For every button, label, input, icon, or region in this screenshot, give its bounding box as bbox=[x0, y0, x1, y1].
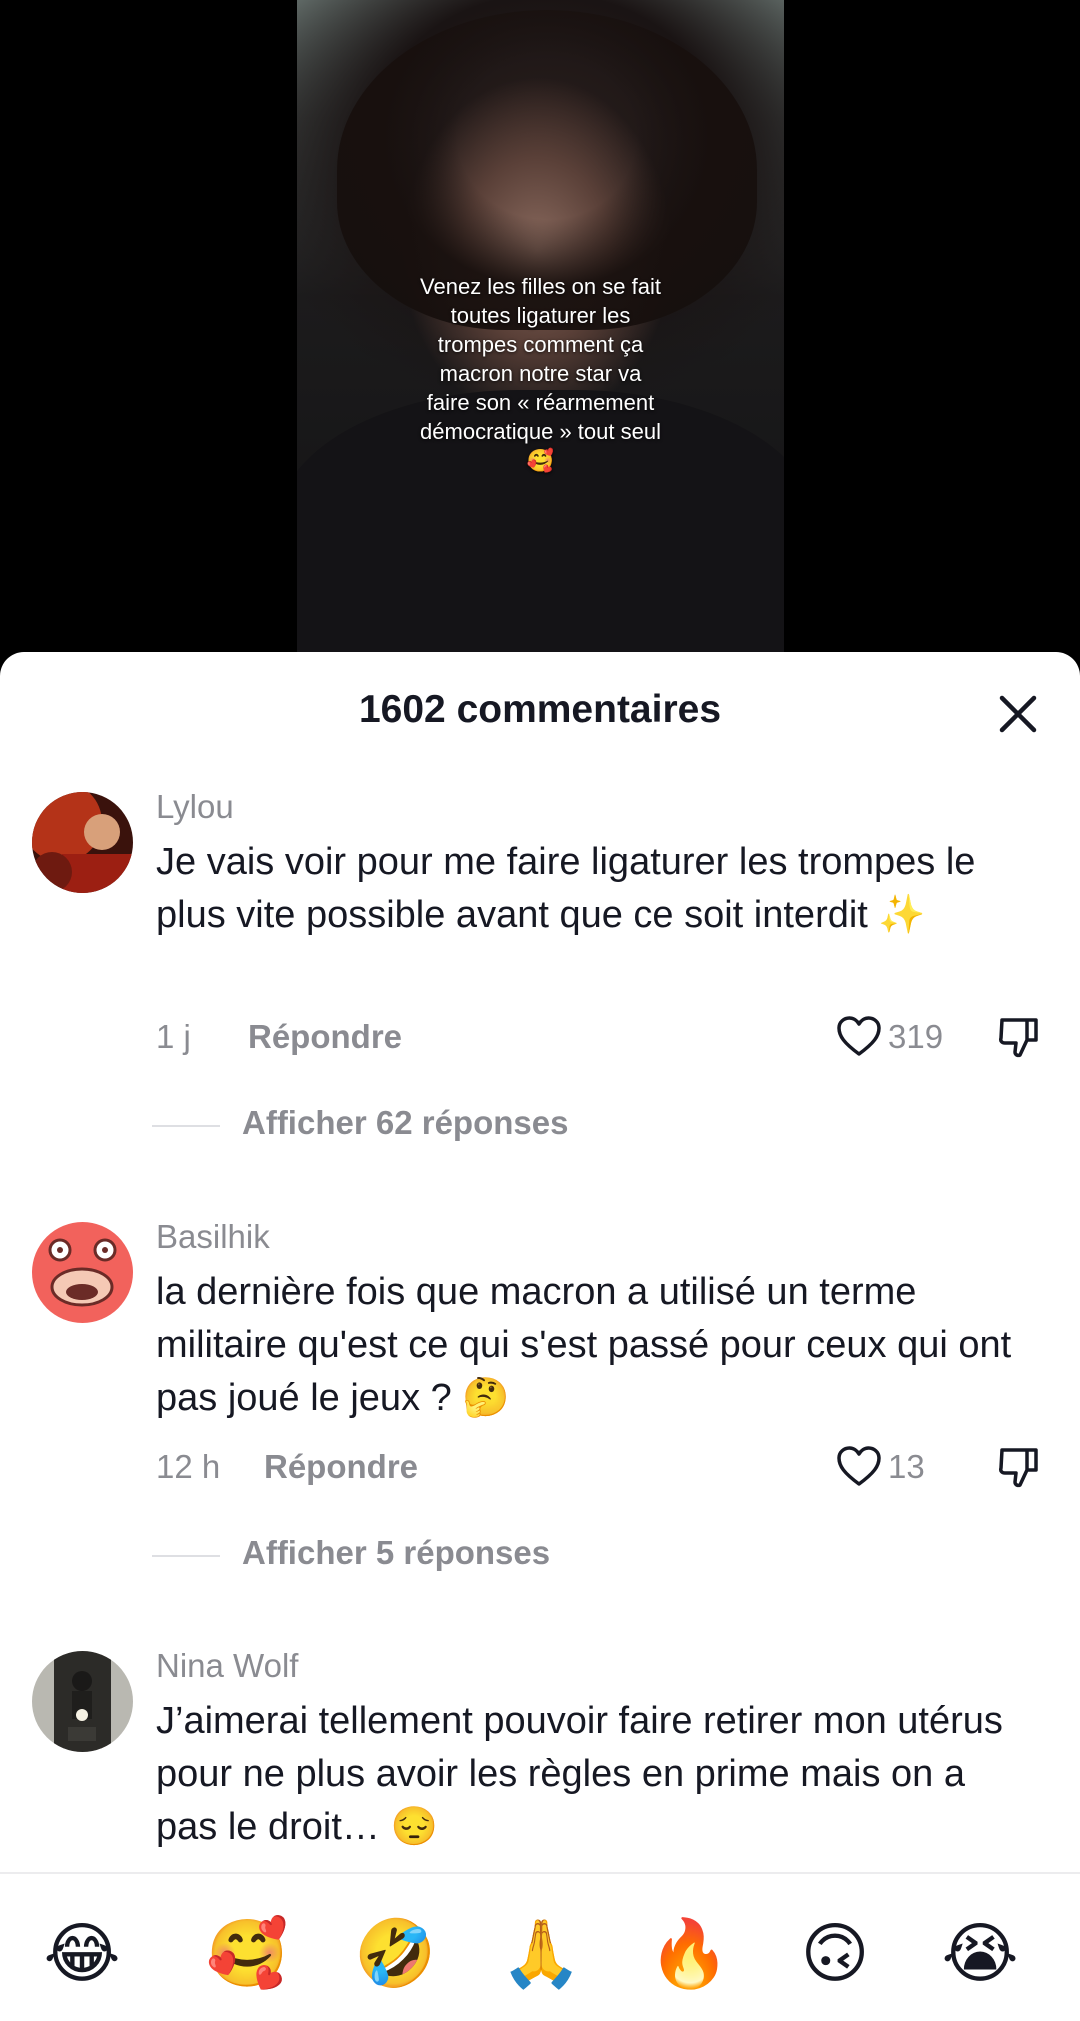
show-replies-button[interactable]: Afficher 5 réponses bbox=[152, 1534, 852, 1578]
close-icon[interactable] bbox=[990, 686, 1046, 742]
emoji-upside-down[interactable]: 🙃 bbox=[795, 1914, 875, 1994]
comments-count-title: 1602 commentaires bbox=[358, 688, 722, 731]
video-frame: Venez les filles on se fait toutes ligat… bbox=[297, 0, 784, 660]
heart-icon[interactable] bbox=[834, 1012, 884, 1062]
comment-actions: 1 j Répondre 319 bbox=[156, 1016, 1056, 1062]
show-replies-label[interactable]: Afficher 5 réponses bbox=[242, 1534, 550, 1572]
comment-time: 12 h bbox=[156, 1448, 221, 1485]
comment-text: J’aimerai tellement pouvoir faire retire… bbox=[156, 1700, 1003, 1848]
video-caption: Venez les filles on se fait toutes ligat… bbox=[420, 274, 661, 473]
like-count: 13 bbox=[888, 1448, 925, 1485]
comment-time: 1 j bbox=[156, 1018, 191, 1055]
comments-sheet: 1602 commentaires Lylou Je vais voir pou… bbox=[0, 652, 1080, 2021]
comment-item: Lylou Je vais voir pour me faire ligatur… bbox=[0, 788, 1080, 1141]
emoji-pray[interactable]: 🙏 bbox=[500, 1914, 582, 1994]
avatar[interactable] bbox=[32, 1651, 133, 1752]
comment-item: Basilhik la dernière fois que macron a u… bbox=[0, 1218, 1080, 1571]
reply-button[interactable]: Répondre bbox=[248, 1018, 402, 1056]
comment-text: Je vais voir pour me faire ligaturer les… bbox=[156, 841, 976, 936]
avatar[interactable] bbox=[32, 1222, 133, 1323]
comments-header: 1602 commentaires bbox=[0, 652, 1080, 772]
emoji-fire[interactable]: 🔥 bbox=[648, 1914, 730, 1994]
comment-username[interactable]: Basilhik bbox=[156, 1218, 270, 1256]
emoji-rofl[interactable]: 🤣 bbox=[354, 1914, 436, 1994]
avatar[interactable] bbox=[32, 792, 133, 893]
emoji-smiling-hearts[interactable]: 🥰 bbox=[206, 1914, 288, 1994]
comment-item: Nina Wolf J’aimerai tellement pouvoir fa… bbox=[0, 1647, 1080, 1907]
replies-divider bbox=[152, 1125, 220, 1127]
comment-actions: 12 h Répondre 13 bbox=[156, 1446, 1056, 1492]
like-count: 319 bbox=[888, 1018, 944, 1055]
show-replies-button[interactable]: Afficher 62 réponses bbox=[152, 1104, 852, 1148]
dislike-icon[interactable] bbox=[994, 1012, 1044, 1062]
show-replies-label[interactable]: Afficher 62 réponses bbox=[242, 1104, 568, 1142]
video-player[interactable]: Venez les filles on se fait toutes ligat… bbox=[0, 0, 1080, 660]
heart-icon[interactable] bbox=[834, 1442, 884, 1492]
reply-button[interactable]: Répondre bbox=[264, 1448, 418, 1486]
emoji-joy[interactable]: 😂 bbox=[42, 1914, 122, 1994]
emoji-sob[interactable]: 😭 bbox=[940, 1914, 1020, 1994]
emoji-quick-bar: 😂 🥰 🤣 🙏 🔥 🙃 😭 bbox=[0, 1872, 1080, 2021]
replies-divider bbox=[152, 1555, 220, 1557]
comment-username[interactable]: Lylou bbox=[156, 788, 234, 826]
dislike-icon[interactable] bbox=[994, 1442, 1044, 1492]
comment-text: la dernière fois que macron a utilisé un… bbox=[156, 1271, 1012, 1419]
comment-username[interactable]: Nina Wolf bbox=[156, 1647, 298, 1685]
